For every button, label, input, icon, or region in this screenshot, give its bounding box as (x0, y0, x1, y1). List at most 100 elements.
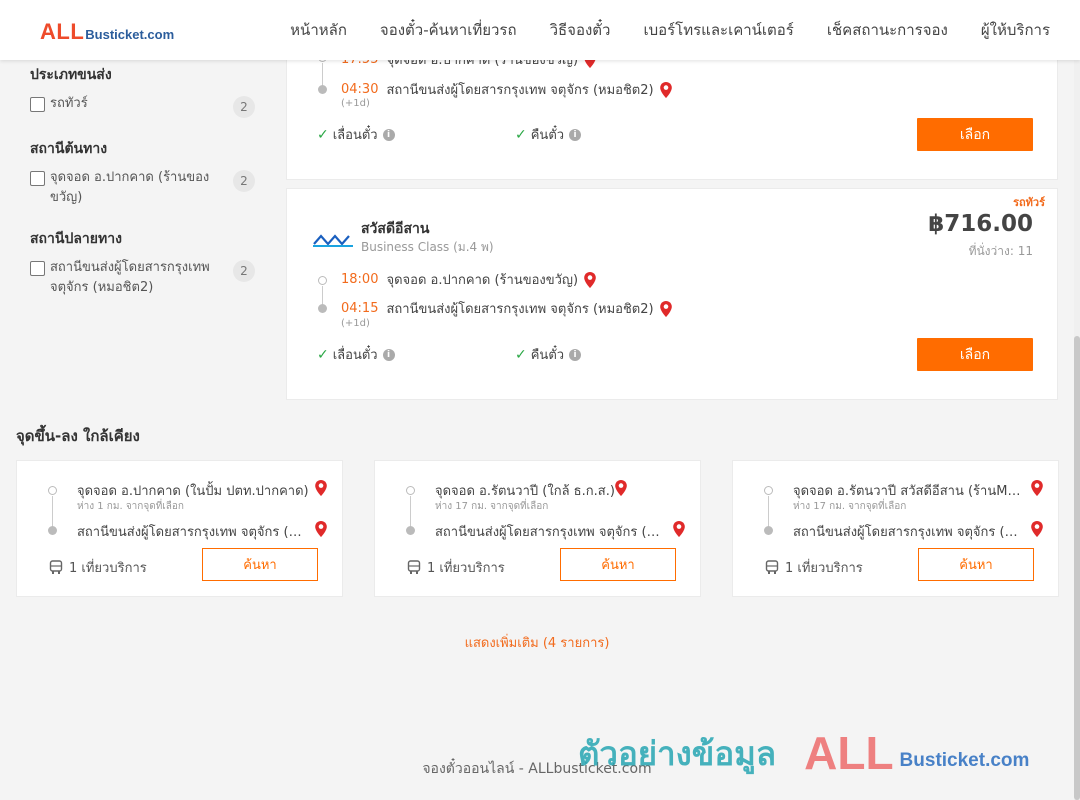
feature-reschedule: ✓ เลื่อนตั๋ว i (317, 344, 395, 365)
nearby-from-stop: จุดจอด อ.รัตนวาปี (ใกล้ ธ.ก.ส.) (435, 484, 615, 499)
bus-icon (765, 560, 779, 574)
nearby-search-button[interactable]: ค้นหา (560, 548, 676, 581)
nearby-trips-count: 1 เที่ยวบริการ (765, 557, 863, 578)
map-pin-icon[interactable] (1030, 520, 1044, 538)
operator-name: สวัสดีอีสาน (361, 221, 430, 237)
depart-stop-name: จุดจอด อ.ปากคาด (ร้านของขวัญ) (386, 273, 579, 288)
bus-class: Business Class (ม.4 พ) (361, 240, 494, 254)
filter-option-label: รถทัวร์ (50, 96, 88, 111)
route-end-dot (318, 85, 327, 94)
page-scrollbar-thumb[interactable] (1074, 336, 1080, 800)
sample-data-watermark: ตัวอย่างข้อมูล ALL Busticket.com (578, 726, 1029, 780)
top-navbar: ALL Busticket.com หน้าหลัก จองตั๋ว-ค้นหา… (0, 0, 1080, 60)
map-pin-icon[interactable] (314, 520, 328, 538)
filter-group-title: สถานีต้นทาง (30, 141, 108, 157)
nav-book-search[interactable]: จองตั๋ว-ค้นหาเที่ยวรถ (380, 18, 517, 42)
nearby-trips-count: 1 เที่ยวบริการ (407, 557, 505, 578)
filter-group-transport-type: ประเภทขนส่ง รถทัวร์ 2 (30, 64, 255, 118)
filter-count-badge: 2 (233, 96, 255, 118)
feature-refund: ✓ คืนตั๋ว i (515, 344, 582, 365)
filter-group-destination: สถานีปลายทาง สถานีขนส่งผู้โดยสารกรุงเทพ … (30, 228, 255, 298)
nearby-from-stop: จุดจอด อ.รัตนวาปี สวัสดีอีสาน (ร้านMySho… (793, 484, 1026, 499)
filter-option-destination-stop[interactable]: สถานีขนส่งผู้โดยสารกรุงเทพ จตุจักร (หมอช… (30, 258, 255, 298)
site-logo[interactable]: ALL Busticket.com (40, 19, 174, 45)
feature-reschedule: ✓ เลื่อนตั๋ว i (317, 124, 395, 145)
nav-phone-counter[interactable]: เบอร์โทรและเคาน์เตอร์ (643, 18, 793, 42)
select-trip-button[interactable]: เลือก (917, 338, 1033, 371)
depart-stop: 18:00 จุดจอด อ.ปากคาด (ร้านของขวัญ) (341, 269, 597, 290)
arrive-stop-name: สถานีขนส่งผู้โดยสารกรุงเทพ จตุจักร (หมอช… (386, 302, 654, 317)
filter-checkbox[interactable] (30, 97, 45, 112)
trips-count-label: 1 เที่ยวบริการ (427, 561, 505, 576)
main-nav: หน้าหลัก จองตั๋ว-ค้นหาเที่ยวรถ วิธีจองตั… (257, 0, 1050, 60)
nearby-to-stop: สถานีขนส่งผู้โดยสารกรุงเทพ จตุจักร (หมอช… (435, 525, 668, 540)
show-more-link[interactable]: แสดงเพิ่มเติม (4 รายการ) (0, 632, 1074, 653)
nav-check-booking[interactable]: เช็คสถานะการจอง (827, 18, 948, 42)
bus-icon (49, 560, 63, 574)
info-icon[interactable]: i (569, 348, 582, 361)
arrive-time: 04:30 (341, 82, 379, 97)
feature-refund: ✓ คืนตั๋ว i (515, 124, 582, 145)
depart-time: 18:00 (341, 272, 379, 287)
check-icon: ✓ (317, 126, 329, 143)
filter-checkbox[interactable] (30, 171, 45, 186)
check-icon: ✓ (317, 346, 329, 363)
info-icon[interactable]: i (569, 128, 582, 141)
seats-available: ที่นั่งว่าง: 11 (968, 244, 1033, 258)
trip-card: รถทัวร์ สวัสดีอีสาน Business Class (ม.4 … (286, 188, 1058, 400)
map-pin-icon[interactable] (1030, 479, 1044, 497)
filter-count-badge: 2 (233, 260, 255, 282)
feature-label: เลื่อนตั๋ว (332, 128, 378, 143)
nav-home[interactable]: หน้าหลัก (290, 18, 347, 42)
filter-sidebar: ประเภทขนส่ง รถทัวร์ 2 สถานีต้นทาง จุดจอด… (30, 64, 255, 318)
map-pin-icon[interactable] (614, 479, 628, 497)
bus-type-label: รถทัวร์ (1013, 196, 1045, 209)
nearby-card: จุดจอด อ.ปากคาด (ในปั้ม ปตท.ปากคาด) ห่าง… (16, 460, 343, 597)
info-icon[interactable]: i (382, 348, 395, 361)
nearby-search-button[interactable]: ค้นหา (918, 548, 1034, 581)
filter-group-title: ประเภทขนส่ง (30, 67, 112, 83)
route-end-dot (764, 526, 773, 535)
filter-option-bus[interactable]: รถทัวร์ 2 (30, 94, 255, 118)
plus-day-label: (+1d) (341, 318, 370, 329)
select-trip-button[interactable]: เลือก (917, 118, 1033, 151)
nav-operators[interactable]: ผู้ให้บริการ (981, 18, 1050, 42)
check-icon: ✓ (515, 346, 527, 363)
watermark-all-text: ALL (804, 727, 894, 779)
route-line (322, 286, 323, 306)
filter-group-origin: สถานีต้นทาง จุดจอด อ.ปากคาด (ร้านของขวัญ… (30, 138, 255, 208)
trips-count-label: 1 เที่ยวบริการ (785, 561, 863, 576)
info-icon[interactable]: i (382, 128, 395, 141)
filter-group-title: สถานีปลายทาง (30, 231, 122, 247)
nav-how-to-book[interactable]: วิธีจองตั๋ว (550, 18, 611, 42)
filter-count-badge: 2 (233, 170, 255, 192)
route-start-dot (764, 486, 773, 495)
filter-option-origin-stop[interactable]: จุดจอด อ.ปากคาด (ร้านของขวัญ) 2 (30, 168, 255, 208)
arrive-time: 04:15 (341, 301, 379, 316)
watermark-busticket-text: Busticket.com (899, 750, 1030, 771)
watermark-thai-text: ตัวอย่างข้อมูล (578, 733, 777, 773)
arrive-stop: 04:30 สถานีขนส่งผู้โดยสารกรุงเทพ จตุจักร… (341, 79, 673, 100)
nearby-distance: ห่าง 1 กม. จากจุดที่เลือก (77, 501, 184, 512)
map-pin-icon[interactable] (672, 520, 686, 538)
nearby-search-button[interactable]: ค้นหา (202, 548, 318, 581)
feature-label: เลื่อนตั๋ว (332, 348, 378, 363)
map-pin-icon[interactable] (659, 81, 673, 99)
feature-label: คืนตั๋ว (530, 128, 565, 143)
map-pin-icon[interactable] (314, 479, 328, 497)
route-line (322, 63, 323, 87)
route-start-dot (48, 486, 57, 495)
map-pin-icon[interactable] (583, 271, 597, 289)
plus-day-label: (+1d) (341, 98, 370, 109)
nearby-distance: ห่าง 17 กม. จากจุดที่เลือก (435, 501, 549, 512)
logo-all-text: ALL (40, 19, 85, 44)
nearby-section-title: จุดขึ้น-ลง ใกล้เคียง (16, 427, 140, 445)
nearby-card: จุดจอด อ.รัตนวาปี สวัสดีอีสาน (ร้านMySho… (732, 460, 1059, 597)
nearby-distance: ห่าง 17 กม. จากจุดที่เลือก (793, 501, 907, 512)
map-pin-icon[interactable] (659, 300, 673, 318)
filter-option-label: จุดจอด อ.ปากคาด (ร้านของขวัญ) (50, 170, 210, 205)
nearby-to-stop: สถานีขนส่งผู้โดยสารกรุงเทพ จตุจักร (หมอช… (77, 525, 310, 540)
feature-label: คืนตั๋ว (530, 348, 565, 363)
ticket-price: ฿716.00 (928, 211, 1033, 237)
filter-checkbox[interactable] (30, 261, 45, 276)
